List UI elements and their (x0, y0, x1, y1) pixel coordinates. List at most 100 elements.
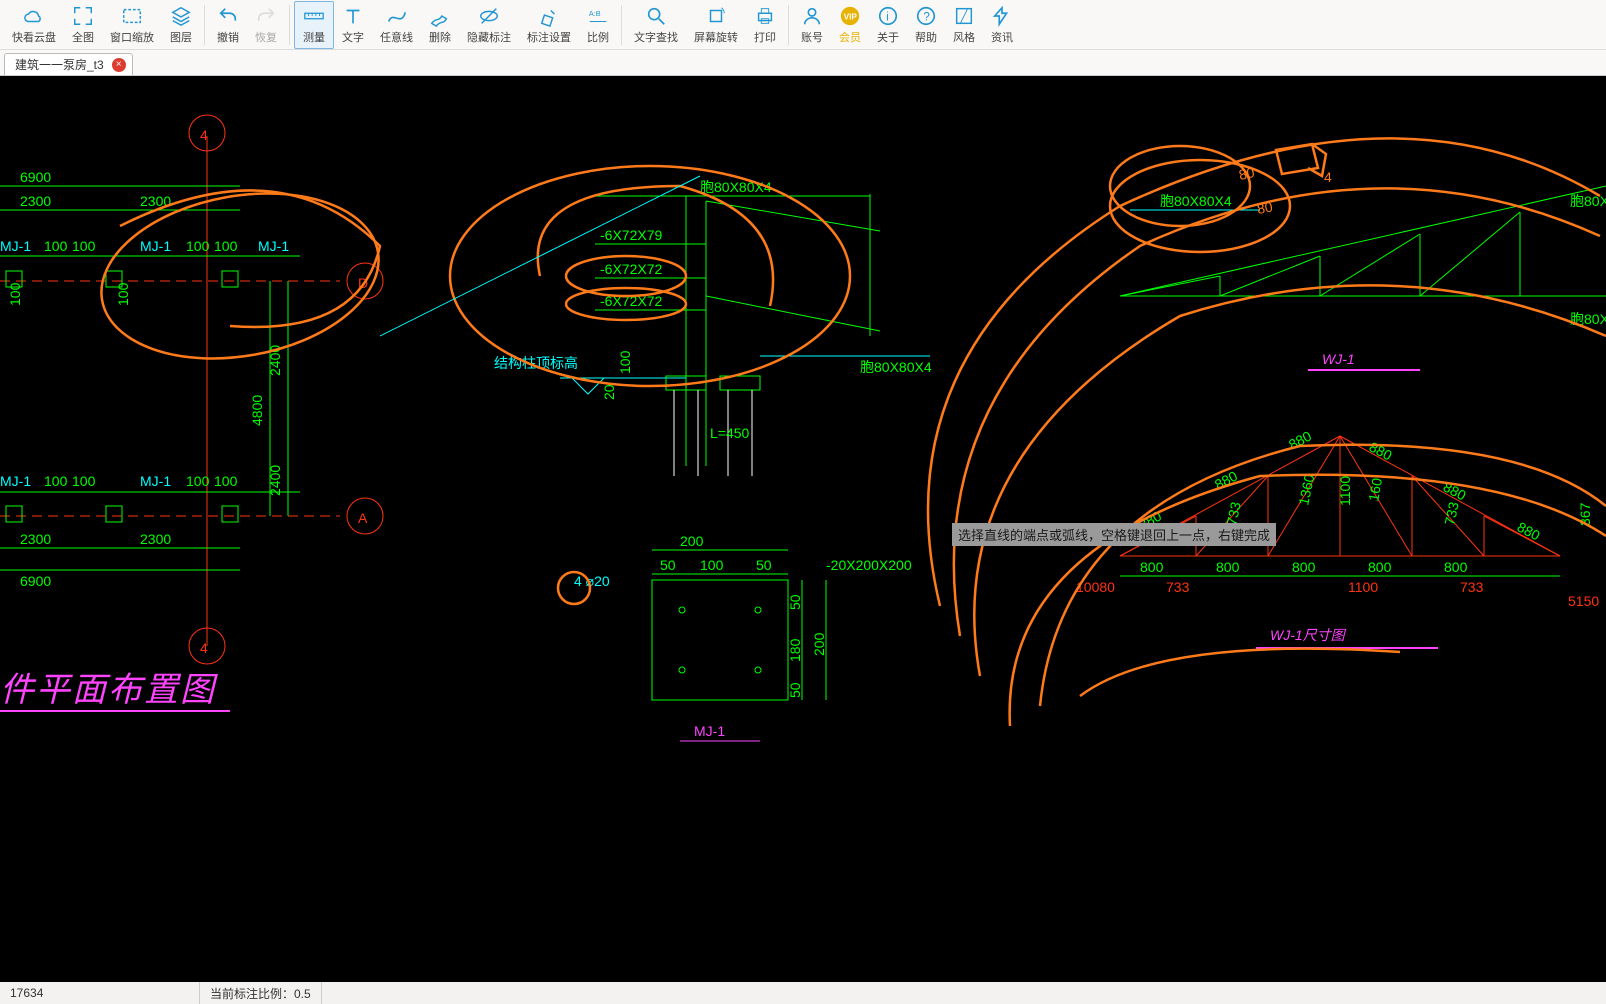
svg-text:5150: 5150 (1568, 593, 1599, 609)
svg-text:6900: 6900 (20, 169, 51, 185)
svg-text:160: 160 (1365, 477, 1385, 503)
tool-freeline[interactable]: 任意线 (372, 1, 421, 49)
svg-text:880: 880 (1367, 439, 1395, 464)
svg-text:100: 100 (72, 473, 96, 489)
svg-text:800: 800 (1216, 559, 1240, 575)
svg-text:4 ⌀20: 4 ⌀20 (574, 573, 610, 589)
svg-text:胞80X80X4: 胞80X80X4 (1570, 193, 1606, 209)
tool-scale[interactable]: A:B比例 (579, 1, 617, 49)
layers-icon (170, 5, 192, 27)
tool-text[interactable]: 文字 (334, 1, 372, 49)
svg-text:180: 180 (787, 638, 803, 662)
svg-text:-6X72X79: -6X72X79 (600, 227, 662, 243)
tool-measure[interactable]: 测量 (294, 1, 334, 49)
svg-text:A:B: A:B (589, 9, 601, 18)
tool-delete[interactable]: 删除 (421, 1, 459, 49)
tool-account[interactable]: 账号 (793, 1, 831, 49)
svg-text:800: 800 (1368, 559, 1392, 575)
rotate-icon (705, 5, 727, 27)
tool-news[interactable]: 资讯 (983, 1, 1021, 49)
news-icon (991, 5, 1013, 27)
svg-text:1100: 1100 (1337, 476, 1353, 506)
document-tab[interactable]: 建筑一一泵房_t3 × (4, 53, 133, 75)
svg-text:880: 880 (1515, 519, 1543, 544)
svg-text:20: 20 (601, 384, 617, 400)
svg-text:100: 100 (214, 238, 238, 254)
svg-text:800: 800 (1140, 559, 1164, 575)
svg-text:2300: 2300 (140, 531, 171, 547)
svg-text:100: 100 (72, 238, 96, 254)
cloud-icon (23, 5, 45, 27)
svg-text:VIP: VIP (844, 12, 858, 21)
about-icon: i (877, 5, 899, 27)
svg-text:200: 200 (811, 632, 827, 656)
tool-vip[interactable]: VIP会员 (831, 1, 869, 49)
svg-text:800: 800 (1444, 559, 1468, 575)
bubble-4-bottom: 4 (200, 640, 208, 656)
close-icon[interactable]: × (112, 58, 126, 72)
redo-icon (255, 5, 277, 27)
status-ratio: 当前标注比例：0.5 (200, 982, 322, 1004)
tool-style[interactable]: 风格 (945, 1, 983, 49)
tool-annset[interactable]: 标注设置 (519, 1, 579, 49)
svg-text:MJ-1: MJ-1 (140, 238, 171, 254)
svg-text:4800: 4800 (249, 395, 265, 426)
tool-undo[interactable]: 撤销 (209, 1, 247, 49)
svg-text:800: 800 (1292, 559, 1316, 575)
tool-redo[interactable]: 恢复 (247, 1, 285, 49)
drawing-canvas[interactable]: 4 4 D A 6900 2300 2300 MJ-1 MJ-1 MJ-1 10… (0, 76, 1606, 976)
delete-icon (429, 5, 451, 27)
svg-text:1360: 1360 (1295, 473, 1317, 507)
svg-text:733: 733 (1441, 500, 1462, 526)
tool-findtext[interactable]: 文字查找 (626, 1, 686, 49)
svg-text:胞80X80X4: 胞80X80X4 (700, 179, 772, 195)
main-toolbar: 快看云盘全图窗口缩放图层撤销恢复测量文字任意线删除隐藏标注标注设置A:B比例文字… (0, 0, 1606, 50)
svg-text:MJ-1: MJ-1 (140, 473, 171, 489)
measure-icon (303, 5, 325, 27)
tool-cloud[interactable]: 快看云盘 (4, 1, 64, 49)
tool-rotate[interactable]: 屏幕旋转 (686, 1, 746, 49)
svg-text:100: 100 (700, 557, 724, 573)
tool-layers[interactable]: 图层 (162, 1, 200, 49)
tool-hideann[interactable]: 隐藏标注 (459, 1, 519, 49)
svg-text:733: 733 (1166, 579, 1190, 595)
tool-print[interactable]: 打印 (746, 1, 784, 49)
undo-icon (217, 5, 239, 27)
svg-text:1100: 1100 (1348, 579, 1378, 595)
bubble-4-top: 4 (200, 127, 208, 143)
tool-fullview[interactable]: 全图 (64, 1, 102, 49)
svg-text:4: 4 (1324, 169, 1332, 185)
plan-title: 件平面布置图 (0, 671, 218, 709)
svg-text:2300: 2300 (20, 193, 51, 209)
mj1-detail-title: MJ-1 (694, 723, 725, 739)
account-icon (801, 5, 823, 27)
svg-text:50: 50 (756, 557, 772, 573)
scale-icon: A:B (587, 5, 609, 27)
svg-text:50: 50 (787, 682, 803, 698)
svg-text:L=450: L=450 (710, 425, 750, 441)
svg-text:100: 100 (186, 473, 210, 489)
svg-text:733: 733 (1460, 579, 1484, 595)
svg-text:MJ-1: MJ-1 (258, 238, 289, 254)
wj1-title: WJ-1 (1322, 351, 1355, 367)
tool-window[interactable]: 窗口缩放 (102, 1, 162, 49)
measure-tooltip: 选择直线的端点或弧线，空格键退回上一点，右键完成 (952, 523, 1276, 546)
tool-about[interactable]: i关于 (869, 1, 907, 49)
svg-text:50: 50 (787, 594, 803, 610)
tab-bar: 建筑一一泵房_t3 × (0, 50, 1606, 76)
findtext-icon (645, 5, 667, 27)
svg-text:MJ-1: MJ-1 (0, 238, 31, 254)
drawing-svg: 4 4 D A 6900 2300 2300 MJ-1 MJ-1 MJ-1 10… (0, 76, 1606, 976)
svg-text:2400: 2400 (267, 465, 283, 496)
freeline-icon (386, 5, 408, 27)
window-icon (121, 5, 143, 27)
svg-text:6900: 6900 (20, 573, 51, 589)
svg-text:100: 100 (44, 238, 68, 254)
status-coord: 17634 (0, 982, 200, 1004)
tool-help[interactable]: ?帮助 (907, 1, 945, 49)
svg-text:-6X72X72: -6X72X72 (600, 261, 662, 277)
svg-text:100: 100 (617, 350, 633, 374)
svg-text:结构柱顶标高: 结构柱顶标高 (494, 355, 578, 371)
annset-icon (538, 5, 560, 27)
help-icon: ? (915, 5, 937, 27)
